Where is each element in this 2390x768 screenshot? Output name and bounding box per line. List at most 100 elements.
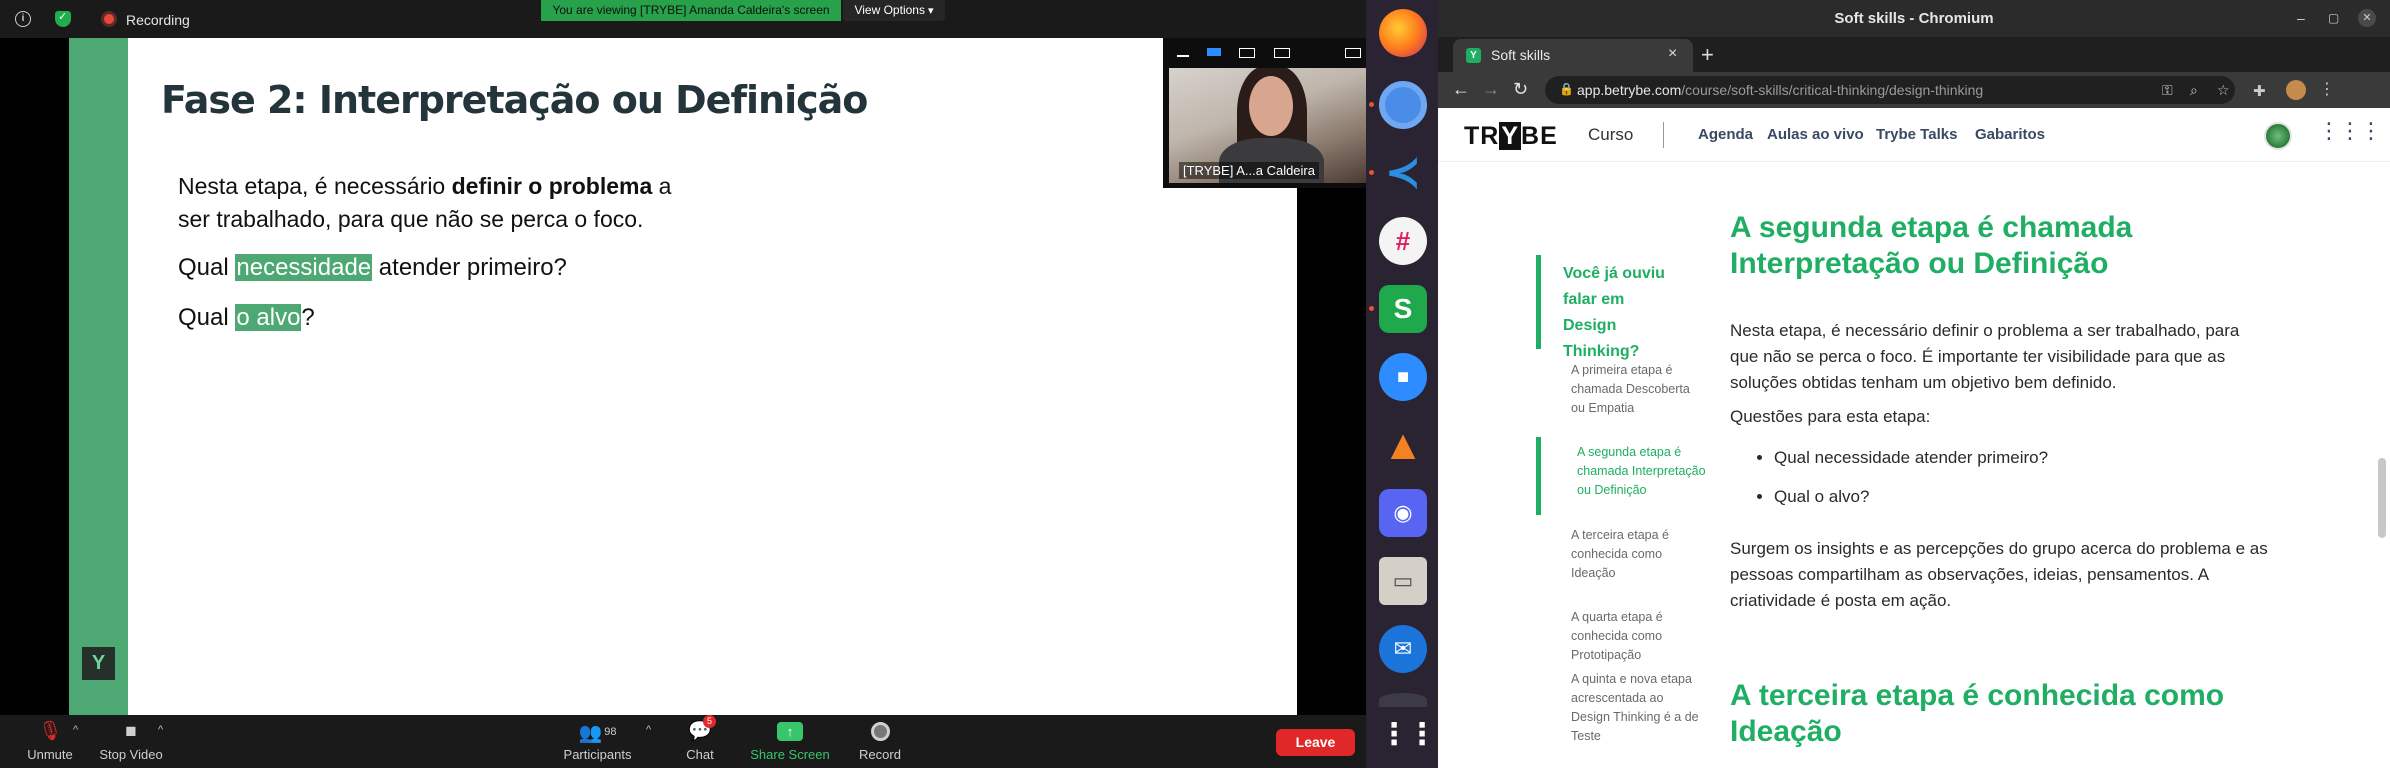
participants-icon: 👥 98 bbox=[578, 723, 617, 744]
share-screen-button[interactable]: ↑ Share Screen bbox=[745, 720, 835, 762]
toc-heading[interactable]: Você já ouviu falar em Design Thinking? bbox=[1563, 261, 1673, 365]
back-arrow-icon[interactable]: ← bbox=[1452, 79, 1470, 100]
toc-active-bar bbox=[1536, 255, 1541, 349]
leave-button[interactable]: Leave bbox=[1276, 729, 1355, 756]
gallery-view-icon[interactable] bbox=[1274, 48, 1290, 58]
lock-icon[interactable]: 🔒 bbox=[1559, 82, 1574, 96]
unmute-button[interactable]: 🎙 Unmute bbox=[25, 720, 75, 762]
vscode-icon[interactable]: ≺ bbox=[1379, 149, 1427, 197]
browser-tab-soft-skills[interactable]: Y Soft skills × bbox=[1453, 39, 1693, 72]
video-participant-name: [TRYBE] A...a Caldeira bbox=[1179, 162, 1319, 179]
dock-app-partial-icon[interactable] bbox=[1379, 693, 1427, 707]
record-button[interactable]: Record bbox=[850, 720, 910, 762]
gitkraken-icon[interactable]: S bbox=[1379, 285, 1427, 333]
slide-question-1: Qual necessidade atender primeiro? bbox=[178, 254, 567, 281]
zoom-magnifier-icon[interactable]: ⌕ bbox=[2190, 82, 2198, 99]
vlc-icon[interactable]: ▲ bbox=[1379, 421, 1427, 469]
recording-dot-icon bbox=[101, 11, 117, 27]
recording-label: Recording bbox=[126, 12, 190, 28]
maximize-window-icon[interactable]: ▢ bbox=[2328, 11, 2339, 25]
stop-video-label: Stop Video bbox=[99, 747, 163, 762]
chat-label: Chat bbox=[686, 747, 714, 762]
toc-item[interactable]: A primeira etapa é chamada Descoberta ou… bbox=[1571, 361, 1701, 418]
section-heading: A terceira etapa é conhecida como Ideaçã… bbox=[1730, 679, 2225, 748]
user-avatar[interactable] bbox=[2264, 122, 2292, 150]
address-bar[interactable]: 🔒 app.betrybe.com/course/soft-skills/cri… bbox=[1545, 76, 2235, 104]
toc-item[interactable]: A terceira etapa é conhecida como Ideaçã… bbox=[1571, 526, 1701, 583]
video-options-caret-icon[interactable]: ^ bbox=[158, 724, 163, 736]
tab-label: Soft skills bbox=[1491, 47, 1551, 63]
firefox-icon[interactable] bbox=[1379, 9, 1427, 57]
files-icon[interactable]: ▭ bbox=[1379, 557, 1427, 605]
slide-title: Fase 2: Interpretação ou Definição bbox=[161, 78, 868, 122]
trybe-favicon-icon: Y bbox=[1466, 48, 1481, 63]
minimize-video-icon[interactable] bbox=[1177, 55, 1189, 57]
speaker-video-thumbnail[interactable]: [TRYBE] A...a Caldeira bbox=[1163, 38, 1366, 188]
speaker-video: [TRYBE] A...a Caldeira bbox=[1169, 68, 1366, 183]
toc-item[interactable]: A quinta e nova etapa acrescentada ao De… bbox=[1571, 670, 1701, 746]
article-paragraph: Surgem os insights e as percepções do gr… bbox=[1730, 539, 2268, 610]
participants-count: 98 bbox=[604, 726, 617, 738]
window-title: Soft skills - Chromium bbox=[1834, 10, 1994, 27]
thunderbird-icon[interactable]: ✉ bbox=[1379, 625, 1427, 673]
questions-list: Qual necessidade atender primeiro? Qual … bbox=[1774, 445, 2048, 523]
window-title-bar: Soft skills - Chromium – ▢ ✕ bbox=[1438, 0, 2390, 37]
page-scrollbar[interactable] bbox=[2378, 458, 2386, 538]
toc-item[interactable]: A quarta etapa é conhecida como Prototip… bbox=[1571, 608, 1701, 665]
participants-label: Participants bbox=[563, 747, 632, 762]
web-page: TRYBE Curso Agenda Aulas ao vivo Trybe T… bbox=[1438, 108, 2390, 768]
chat-button[interactable]: 💬 5 Chat bbox=[680, 715, 720, 762]
security-shield-icon[interactable] bbox=[55, 10, 71, 27]
article-paragraph: Nesta etapa, é necessário definir o prob… bbox=[1730, 321, 2240, 392]
list-item: Qual necessidade atender primeiro? bbox=[1774, 445, 2048, 471]
reload-icon[interactable]: ↻ bbox=[1513, 79, 1528, 100]
view-options-button[interactable]: View Options bbox=[843, 0, 945, 21]
trybe-logo[interactable]: TRYBE bbox=[1464, 122, 1558, 151]
discord-icon[interactable]: ◉ bbox=[1379, 489, 1427, 537]
chromium-icon[interactable] bbox=[1379, 81, 1427, 129]
info-icon[interactable]: i bbox=[15, 11, 31, 27]
speaker-view-icon[interactable] bbox=[1207, 48, 1221, 56]
chromium-window: Soft skills - Chromium – ▢ ✕ Y Soft skil… bbox=[1438, 0, 2390, 768]
new-tab-icon[interactable]: + bbox=[1701, 42, 1714, 68]
toc-active-bar bbox=[1536, 437, 1541, 515]
running-indicator-dot bbox=[1369, 102, 1374, 107]
bookmark-star-icon[interactable]: ☆ bbox=[2217, 82, 2230, 99]
viewing-screen-banner: You are viewing [TRYBE] Amanda Caldeira'… bbox=[541, 0, 841, 21]
extensions-puzzle-icon[interactable]: ✚ bbox=[2253, 82, 2266, 100]
nav-aulas-ao-vivo[interactable]: Aulas ao vivo bbox=[1767, 126, 1864, 143]
participants-button[interactable]: 👥 98 Participants bbox=[555, 720, 640, 762]
section-heading: A segunda etapa é chamada Interpretação … bbox=[1730, 211, 2133, 280]
strip-view-icon[interactable] bbox=[1239, 48, 1255, 58]
trybe-logo-icon: Y bbox=[82, 647, 115, 680]
app-grid-icon[interactable]: ⋮⋮⋮ bbox=[1379, 713, 1465, 761]
browser-toolbar: ← → ↻ 🔒 app.betrybe.com/course/soft-skil… bbox=[1438, 72, 2390, 108]
nav-gabaritos[interactable]: Gabaritos bbox=[1975, 126, 2045, 143]
nav-agenda[interactable]: Agenda bbox=[1698, 126, 1753, 143]
toc-item-active[interactable]: A segunda etapa é chamada Interpretação … bbox=[1577, 443, 1707, 500]
close-tab-icon[interactable]: × bbox=[1668, 45, 1677, 63]
video-camera-icon: ■ bbox=[125, 721, 137, 742]
audio-options-caret-icon[interactable]: ^ bbox=[73, 724, 78, 736]
profile-avatar-icon[interactable] bbox=[2286, 80, 2306, 100]
record-label: Record bbox=[859, 747, 901, 762]
participants-caret-icon[interactable]: ^ bbox=[646, 724, 651, 736]
key-icon[interactable]: ⚿ bbox=[2162, 82, 2173, 99]
ubuntu-dock: ≺ # S ■ ▲ ◉ ▭ ✉ ⋮⋮⋮ bbox=[1366, 0, 1465, 768]
nav-trybe-talks[interactable]: Trybe Talks bbox=[1876, 126, 1957, 143]
slide-question-2: Qual o alvo? bbox=[178, 304, 315, 331]
article-paragraph: Questões para esta etapa: bbox=[1730, 407, 1931, 426]
apps-grid-icon[interactable]: ⋮⋮⋮ bbox=[2318, 120, 2382, 142]
chat-unread-badge: 5 bbox=[703, 715, 716, 728]
minimize-window-icon[interactable]: – bbox=[2297, 11, 2305, 25]
zoom-icon[interactable]: ■ bbox=[1379, 353, 1427, 401]
slide-paragraph: Nesta etapa, é necessário definir o prob… bbox=[178, 173, 672, 232]
nav-curso[interactable]: Curso bbox=[1588, 125, 1633, 145]
kebab-menu-icon[interactable]: ⋮ bbox=[2319, 79, 2335, 99]
slack-icon[interactable]: # bbox=[1379, 217, 1427, 265]
forward-arrow-icon[interactable]: → bbox=[1482, 79, 1500, 100]
zoom-bottom-bar: 🎙 Unmute ^ ■ Stop Video ^ 👥 98 Participan… bbox=[0, 715, 1366, 768]
stop-video-button[interactable]: ■ Stop Video bbox=[96, 720, 166, 762]
exit-fullscreen-icon[interactable] bbox=[1345, 48, 1361, 58]
close-window-icon[interactable]: ✕ bbox=[2358, 9, 2376, 27]
